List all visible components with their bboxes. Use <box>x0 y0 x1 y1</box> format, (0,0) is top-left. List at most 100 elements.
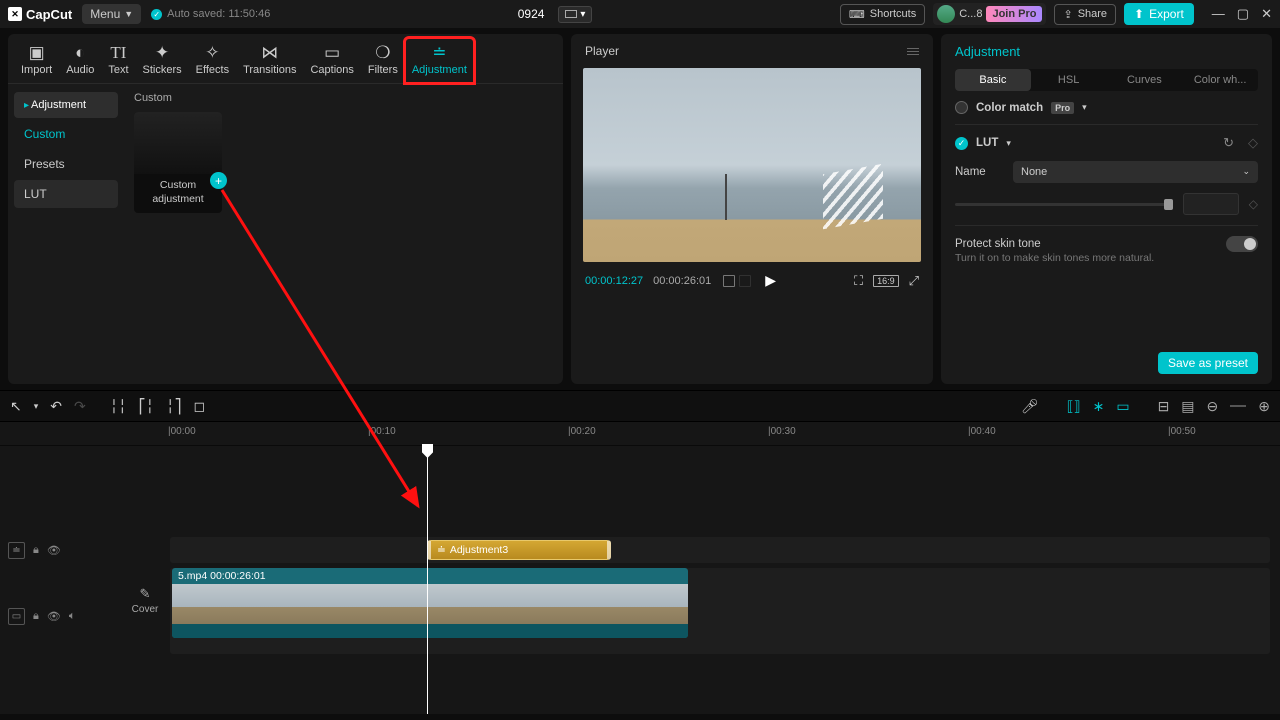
ruler-mark: |00:40 <box>968 426 996 437</box>
protect-label: Protect skin tone <box>955 238 1041 250</box>
player-viewport[interactable] <box>583 68 921 262</box>
lut-select[interactable]: None⌄ <box>1013 161 1258 183</box>
aspect-button[interactable]: ▾ <box>558 6 592 23</box>
thumb-custom-adjustment[interactable]: Custom adjustment + <box>134 112 222 213</box>
ruler-mark: |00:50 <box>1168 426 1196 437</box>
trim-left-tool[interactable]: ⎡╎ <box>139 398 154 415</box>
timecode-duration: 00:00:26:01 <box>653 275 711 287</box>
lut-checkbox[interactable]: ✓ <box>955 137 968 150</box>
split-tool[interactable]: ╎╎ <box>110 398 127 415</box>
cover-button[interactable]: ✎Cover <box>128 586 162 615</box>
keyframe-icon[interactable]: ◇ <box>1249 197 1258 211</box>
grid-header: Custom <box>134 92 553 104</box>
add-button[interactable]: + <box>210 172 227 189</box>
mic-icon[interactable]: 🎤︎ <box>1021 398 1039 415</box>
compare2-icon[interactable] <box>739 275 751 287</box>
track-lane-adj[interactable] <box>170 537 1270 563</box>
tab-adjustment[interactable]: ≐Adjustment <box>405 38 474 83</box>
tab-basic[interactable]: Basic <box>955 69 1031 91</box>
crop-tool[interactable]: ◻ <box>193 398 205 415</box>
mute-icon[interactable]: 🔈︎ <box>69 610 76 623</box>
tab-transitions[interactable]: ⋈Transitions <box>236 38 303 83</box>
tab-import[interactable]: ▣Import <box>14 38 59 83</box>
sidebar-item-presets[interactable]: Presets <box>14 150 118 178</box>
eye-icon[interactable]: 👁︎ <box>47 610 61 623</box>
media-panel: ▣Import ◐Audio TIText ✦Stickers ✧Effects… <box>8 34 563 384</box>
category-adjustment[interactable]: ▸Adjustment <box>14 92 118 118</box>
thumb-image <box>134 112 222 174</box>
track-head-adj: ≐ 🔒︎ 👁︎ <box>0 534 118 566</box>
autosave-status: ✓ Auto saved: 11:50:46 <box>151 8 270 20</box>
avatar[interactable] <box>937 5 955 23</box>
redo-button[interactable]: ↷ <box>74 398 86 415</box>
sidebar-item-custom[interactable]: Custom <box>14 120 118 148</box>
app-logo: ✕ CapCut <box>8 7 72 22</box>
player-menu-icon[interactable] <box>907 48 919 55</box>
eye-icon[interactable]: 👁︎ <box>47 544 61 557</box>
tab-colorwheel[interactable]: Color wh... <box>1182 69 1258 91</box>
track-head-video: ▭ 🔒︎ 👁︎ 🔈︎ <box>0 581 118 651</box>
tab-audio[interactable]: ◐Audio <box>59 38 101 83</box>
lock-icon[interactable]: 🔒︎ <box>33 544 39 557</box>
tab-curves[interactable]: Curves <box>1107 69 1183 91</box>
share-button[interactable]: ⇪Share <box>1054 4 1116 25</box>
import-icon: ▣ <box>29 44 45 61</box>
preview-icon[interactable]: ▭ <box>1116 398 1129 415</box>
export-icon: ⬆ <box>1134 7 1144 21</box>
menu-button[interactable]: Menu▼ <box>82 4 141 24</box>
shortcuts-button[interactable]: ⌨Shortcuts <box>840 4 925 25</box>
tab-captions[interactable]: ▭Captions <box>303 38 360 83</box>
snapshot-icon[interactable]: ⛶ <box>854 273 863 289</box>
app-name: CapCut <box>26 7 72 22</box>
rect-icon <box>565 10 577 18</box>
tab-filters[interactable]: ❍Filters <box>361 38 405 83</box>
sidebar-item-lut[interactable]: LUT <box>14 180 118 208</box>
clip-video[interactable]: 5.mp4 00:00:26:01 <box>172 568 688 638</box>
zoom-slider[interactable] <box>1230 405 1246 407</box>
clip-adjustment[interactable]: ≐Adjustment3 <box>427 540 611 560</box>
magnet-icon[interactable]: ⟦⟧ <box>1067 398 1081 415</box>
save-preset-button[interactable]: Save as preset <box>1158 352 1258 374</box>
undo-button[interactable]: ↶ <box>50 398 62 415</box>
link-icon[interactable]: ∗ <box>1093 398 1105 415</box>
check-icon: ✓ <box>151 9 162 20</box>
zoom-in-icon[interactable]: ⊕ <box>1258 398 1270 415</box>
reset-icon[interactable]: ↻ <box>1223 135 1234 151</box>
protect-toggle[interactable] <box>1226 236 1258 252</box>
play-button[interactable]: ▶ <box>765 272 776 289</box>
player-panel: Player 00:00:12:27 00:00:26:01 ▶ ⛶ 16:9 … <box>571 34 933 384</box>
align-icon[interactable]: ⊟ <box>1158 398 1170 415</box>
thumb-label: Custom adjustment <box>134 174 222 213</box>
intensity-value[interactable] <box>1183 193 1239 215</box>
video-track-icon[interactable]: ▭ <box>8 608 25 625</box>
compare-icon[interactable] <box>723 275 735 287</box>
share-icon: ⇪ <box>1063 8 1072 21</box>
project-title[interactable]: 0924 <box>518 7 545 21</box>
pointer-tool[interactable]: ↖ <box>10 398 22 415</box>
playhead[interactable] <box>427 446 428 714</box>
tab-effects[interactable]: ✧Effects <box>189 38 236 83</box>
protect-note: Turn it on to make skin tones more natur… <box>955 252 1258 264</box>
adj-track-icon[interactable]: ≐ <box>8 542 25 559</box>
maximize-button[interactable]: ▢ <box>1237 6 1249 22</box>
close-button[interactable]: ✕ <box>1261 6 1272 22</box>
export-button[interactable]: ⬆Export <box>1124 3 1194 25</box>
ruler[interactable]: |00:00 |00:10 |00:20 |00:30 |00:40 |00:5… <box>0 422 1280 446</box>
chevron-down-icon: ▼ <box>124 9 133 19</box>
tab-text[interactable]: TIText <box>101 38 135 83</box>
keyframe-icon[interactable]: ◇ <box>1248 135 1258 151</box>
lock-icon[interactable]: 🔒︎ <box>33 610 39 623</box>
layers-icon[interactable]: ▤ <box>1181 398 1194 415</box>
fullscreen-icon[interactable]: ⤢ <box>909 273 919 289</box>
colormatch-checkbox[interactable] <box>955 101 968 114</box>
trim-right-tool[interactable]: ╎⎤ <box>166 398 181 415</box>
zoom-out-icon[interactable]: ⊖ <box>1207 398 1219 415</box>
tab-stickers[interactable]: ✦Stickers <box>136 38 189 83</box>
ratio-button[interactable]: 16:9 <box>873 275 899 287</box>
tab-hsl[interactable]: HSL <box>1031 69 1107 91</box>
intensity-slider[interactable] <box>955 203 1173 206</box>
minimize-button[interactable]: — <box>1212 6 1225 22</box>
player-title: Player <box>585 44 619 58</box>
lut-label: LUT <box>976 137 998 149</box>
join-pro-button[interactable]: Join Pro <box>986 6 1042 22</box>
